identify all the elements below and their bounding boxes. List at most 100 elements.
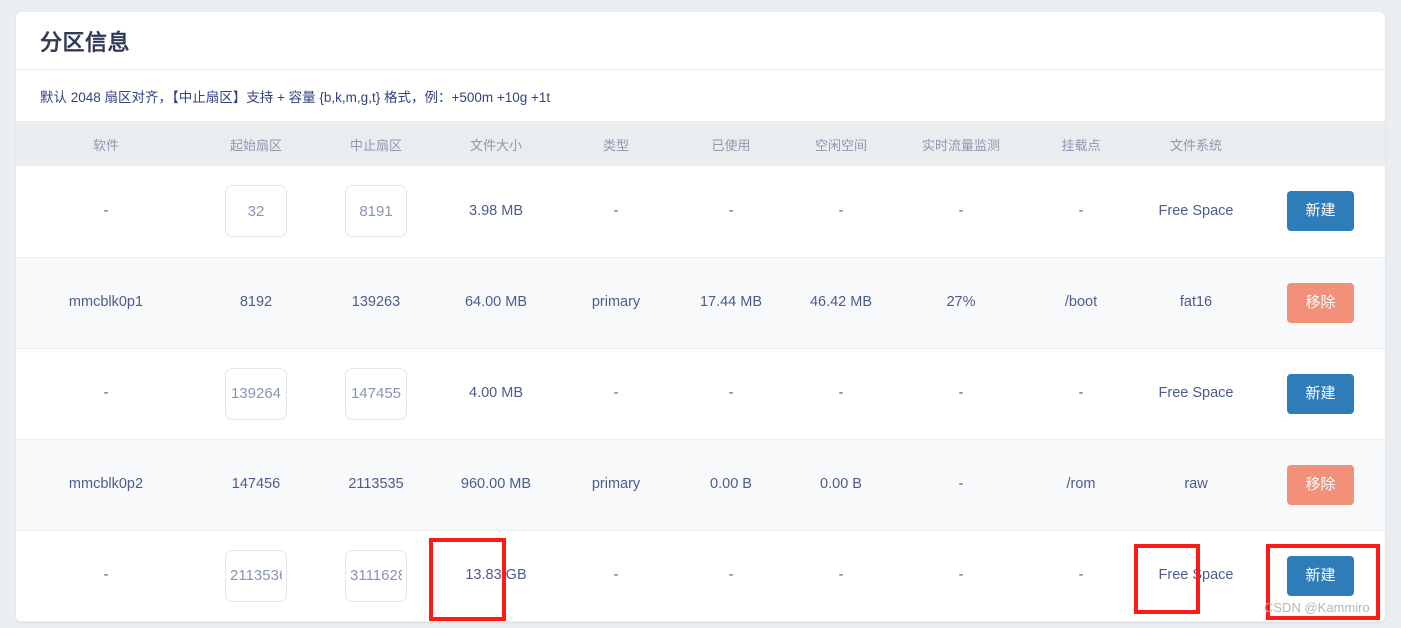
cell-monitor: - bbox=[896, 348, 1026, 439]
cell-monitor: 27% bbox=[896, 257, 1026, 348]
cell-type-value: - bbox=[613, 202, 619, 219]
column-header-size: 文件大小 bbox=[469, 137, 522, 153]
cell-filesystem: fat16 bbox=[1136, 257, 1256, 348]
table-header-row: 软件 起始扇区 中止扇区 文件大小 类型 已使用 空闲空间 实时流量监测 挂载点… bbox=[16, 122, 1385, 166]
cell-software-value: - bbox=[103, 384, 109, 401]
cell-mount-point: - bbox=[1026, 530, 1136, 621]
cell-end-sector: 139263 bbox=[316, 257, 436, 348]
cell-filesystem-value: Free Space bbox=[1158, 384, 1234, 401]
remove-partition-button[interactable]: 移除 bbox=[1287, 464, 1354, 505]
remove-partition-button[interactable]: 移除 bbox=[1287, 282, 1354, 323]
cell-filesystem-value: fat16 bbox=[1179, 293, 1213, 310]
cell-mount-point-value: - bbox=[1078, 566, 1084, 583]
cell-file-size-value: 960.00 MB bbox=[460, 475, 532, 492]
cell-free: - bbox=[786, 530, 896, 621]
cell-file-size-value: 3.98 MB bbox=[469, 202, 523, 219]
cell-used: 0.00 B bbox=[676, 439, 786, 530]
cell-mount-point: - bbox=[1026, 166, 1136, 257]
cell-filesystem-value: Free Space bbox=[1158, 566, 1234, 583]
cell-software-value: - bbox=[103, 202, 109, 219]
end-sector-input[interactable] bbox=[345, 185, 407, 238]
cell-software: mmcblk0p2 bbox=[16, 439, 196, 530]
cell-free-value: - bbox=[838, 202, 844, 219]
table-row: - 4.00 MB - - - - - Free Space 新建 bbox=[16, 348, 1385, 439]
cell-start-sector[interactable] bbox=[196, 530, 316, 621]
cell-end-sector[interactable] bbox=[316, 166, 436, 257]
cell-software-value: mmcblk0p1 bbox=[68, 293, 144, 310]
cell-filesystem: Free Space bbox=[1136, 530, 1256, 621]
cell-filesystem: raw bbox=[1136, 439, 1256, 530]
new-partition-button[interactable]: 新建 bbox=[1287, 555, 1354, 596]
partition-info-card: 分区信息 默认 2048 扇区对齐，【中止扇区】支持 + 容量 {b,k,m,g… bbox=[16, 12, 1385, 622]
cell-used: - bbox=[676, 166, 786, 257]
column-header-filesystem: 文件系统 bbox=[1169, 137, 1222, 153]
column-header-actions bbox=[1256, 122, 1385, 166]
cell-file-size: 64.00 MB bbox=[436, 257, 556, 348]
cell-mount-point-value: - bbox=[1078, 202, 1084, 219]
cell-type: primary bbox=[556, 439, 676, 530]
table-body: - 3.98 MB - - - - - Free Space 新建 mmcblk0p1 8192 13… bbox=[16, 166, 1385, 621]
cell-type-value: primary bbox=[591, 475, 641, 492]
cell-free-value: 46.42 MB bbox=[809, 293, 873, 310]
cell-file-size-value: 4.00 MB bbox=[469, 384, 523, 401]
cell-type: - bbox=[556, 530, 676, 621]
cell-filesystem: Free Space bbox=[1136, 166, 1256, 257]
page-title: 分区信息 bbox=[40, 29, 131, 55]
hint-label: 默认 2048 扇区对齐，【中止扇区】支持 + 容量 {b,k,m,g,t} 格… bbox=[40, 89, 551, 105]
cell-mount-point-value: /boot bbox=[1064, 293, 1098, 310]
cell-monitor-value: 27% bbox=[946, 293, 976, 310]
cell-file-size-value: 13.83 GB bbox=[465, 566, 527, 583]
cell-free: - bbox=[786, 348, 896, 439]
cell-software: - bbox=[16, 530, 196, 621]
cell-mount-point: - bbox=[1026, 348, 1136, 439]
cell-filesystem: Free Space bbox=[1136, 348, 1256, 439]
cell-end-sector[interactable] bbox=[316, 348, 436, 439]
end-sector-value: 2113535 bbox=[348, 475, 404, 492]
table-row: - 13.83 GB - - - - - Free Space 新建 bbox=[16, 530, 1385, 621]
cell-filesystem-value: Free Space bbox=[1158, 202, 1234, 219]
cell-action: 新建 bbox=[1256, 166, 1385, 257]
cell-used: - bbox=[676, 530, 786, 621]
page-root: 分区信息 默认 2048 扇区对齐，【中止扇区】支持 + 容量 {b,k,m,g… bbox=[0, 0, 1401, 628]
cell-type: - bbox=[556, 166, 676, 257]
cell-used: 17.44 MB bbox=[676, 257, 786, 348]
end-sector-input[interactable] bbox=[345, 549, 407, 602]
cell-start-sector[interactable] bbox=[196, 166, 316, 257]
cell-software: mmcblk0p1 bbox=[16, 257, 196, 348]
card-hint-text: 默认 2048 扇区对齐，【中止扇区】支持 + 容量 {b,k,m,g,t} 格… bbox=[16, 70, 1385, 122]
cell-monitor: - bbox=[896, 530, 1026, 621]
cell-free: 46.42 MB bbox=[786, 257, 896, 348]
partition-table: 软件 起始扇区 中止扇区 文件大小 类型 已使用 空闲空间 实时流量监测 挂载点… bbox=[16, 122, 1385, 622]
watermark: CSDN @Kammiro bbox=[1264, 600, 1370, 615]
start-sector-input[interactable] bbox=[225, 185, 287, 238]
new-partition-button[interactable]: 新建 bbox=[1287, 191, 1354, 232]
column-header-software: 软件 bbox=[92, 137, 119, 153]
cell-free-value: 0.00 B bbox=[820, 475, 862, 492]
end-sector-value: 139263 bbox=[351, 293, 401, 310]
cell-end-sector: 2113535 bbox=[316, 439, 436, 530]
column-header-mount: 挂载点 bbox=[1061, 137, 1101, 153]
start-sector-input[interactable] bbox=[225, 367, 287, 420]
card-header: 分区信息 bbox=[16, 12, 1385, 70]
cell-free-value: - bbox=[838, 384, 844, 401]
cell-used-value: 0.00 B bbox=[710, 475, 752, 492]
cell-end-sector[interactable] bbox=[316, 530, 436, 621]
table-row: mmcblk0p2 147456 2113535 960.00 MB primary 0.… bbox=[16, 439, 1385, 530]
column-header-monitor: 实时流量监测 bbox=[921, 137, 1000, 153]
cell-action: 移除 bbox=[1256, 257, 1385, 348]
cell-used-value: 17.44 MB bbox=[699, 293, 763, 310]
cell-mount-point-value: /rom bbox=[1066, 475, 1096, 492]
cell-file-size: 3.98 MB bbox=[436, 166, 556, 257]
cell-start-sector: 147456 bbox=[196, 439, 316, 530]
end-sector-input[interactable] bbox=[345, 367, 407, 420]
cell-mount-point-value: - bbox=[1078, 384, 1084, 401]
column-header-used: 已使用 bbox=[711, 137, 751, 153]
cell-monitor-value: - bbox=[958, 384, 964, 401]
cell-file-size: 960.00 MB bbox=[436, 439, 556, 530]
new-partition-button[interactable]: 新建 bbox=[1287, 373, 1354, 414]
cell-file-size: 4.00 MB bbox=[436, 348, 556, 439]
cell-start-sector: 8192 bbox=[196, 257, 316, 348]
start-sector-input[interactable] bbox=[225, 549, 287, 602]
cell-free: - bbox=[786, 166, 896, 257]
cell-start-sector[interactable] bbox=[196, 348, 316, 439]
